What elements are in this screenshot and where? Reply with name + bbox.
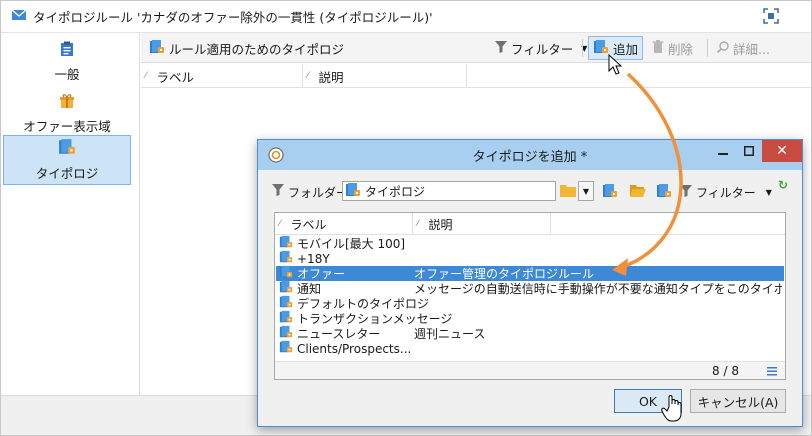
sidebar-item-label: オファー表示域 — [23, 119, 111, 134]
dialog-title: タイポロジを追加 * — [472, 149, 588, 165]
list-row[interactable]: Clients/Prospects... — [276, 341, 784, 356]
open-folder-icon[interactable] — [630, 183, 646, 200]
sort-icon: ⁄ — [417, 219, 419, 229]
sidebar-item-label: タイポロジ — [35, 166, 99, 181]
clipboard-icon — [60, 41, 74, 60]
add-typology-dialog: タイポロジを追加 * ✕ フォルダー: タイポロジ ▼ フィルター ▼ ↻ ⁄ … — [257, 139, 803, 427]
restore-window-icon[interactable] — [761, 7, 781, 25]
sidebar-item-offer-space[interactable]: オファー表示域 — [3, 89, 131, 139]
list-row[interactable]: トランザクションメッセージ — [276, 311, 784, 326]
section-title: ルール適用のためのタイポロジ — [145, 36, 348, 60]
toolbar: ルール適用のためのタイポロジ フィルター ▼ 追加 削除 詳細... — [141, 33, 811, 63]
column-header-description[interactable]: ⁄ 説明 — [303, 64, 467, 88]
minimize-icon[interactable] — [710, 140, 736, 162]
list-options-icon[interactable] — [767, 365, 777, 379]
filter-button[interactable]: フィルター ▼ — [491, 36, 591, 60]
ok-button[interactable]: OK — [614, 389, 682, 413]
chevron-down-icon: ▼ — [765, 188, 772, 197]
sort-icon: ⁄ — [145, 71, 147, 81]
folder-dropdown-button[interactable]: ▼ — [578, 181, 594, 201]
sort-icon: ⁄ — [279, 219, 281, 229]
record-count: 8 / 8 — [712, 364, 739, 378]
list-header: ⁄ ラベル ⁄ 説明 — [275, 213, 785, 235]
app-icon — [268, 147, 284, 167]
list-row[interactable]: +18Y — [276, 251, 784, 266]
search-icon — [716, 40, 729, 56]
dialog-toolbar: フォルダー: タイポロジ ▼ フィルター ▼ ↻ — [272, 178, 792, 204]
folder-icon[interactable] — [560, 183, 576, 200]
typology-list: ⁄ ラベル ⁄ 説明 モバイル[最大 100] +18Y オファー オファー管理… — [274, 212, 786, 380]
column-header-label[interactable]: ⁄ ラベル — [275, 213, 413, 235]
details-button[interactable]: 詳細... — [713, 36, 774, 60]
gift-icon — [59, 93, 75, 112]
column-header-label[interactable]: ⁄ ラベル — [141, 64, 303, 88]
maximize-icon[interactable] — [736, 140, 762, 162]
window-titlebar: タイポロジルール 'カナダのオファー除外の一貫性 (タイポロジルール)' — [1, 1, 811, 33]
list-row[interactable]: デフォルトのタイポロジ — [276, 296, 784, 311]
toolbar-divider — [707, 39, 708, 57]
refresh-icon[interactable]: ↻ — [778, 178, 788, 192]
typology-icon — [278, 340, 294, 357]
list-footer: 8 / 8 — [275, 361, 785, 379]
window-title: タイポロジルール 'カナダのオファー除外の一貫性 (タイポロジルール)' — [33, 10, 433, 25]
sidebar-item-general[interactable]: 一般 — [3, 37, 131, 87]
trash-icon — [652, 39, 664, 57]
list-row[interactable]: モバイル[最大 100] — [276, 236, 784, 251]
close-icon[interactable]: ✕ — [762, 140, 802, 162]
list-row[interactable]: 通知 メッセージの自動送信時に手動操作が不要な通知タイプをこのタイポロジ... — [276, 281, 784, 296]
typology-add-icon — [593, 39, 609, 58]
filter-icon — [680, 185, 692, 200]
sort-icon: ⁄ — [307, 71, 309, 81]
sidebar-item-typology[interactable]: タイポロジ — [3, 135, 131, 185]
folder-field[interactable]: タイポロジ — [342, 181, 556, 201]
dialog-filter-button[interactable]: フィルター ▼ — [680, 184, 772, 201]
sidebar-item-label: 一般 — [54, 67, 80, 82]
list-row-selected[interactable]: オファー オファー管理のタイポロジルール — [276, 266, 784, 281]
sidebar: 一般 オファー表示域 タイポロジ — [1, 33, 140, 395]
filter-icon — [495, 40, 507, 56]
typology-folder-icon — [149, 39, 165, 58]
delete-button[interactable]: 削除 — [648, 36, 697, 60]
list-header: ⁄ ラベル ⁄ 説明 — [141, 64, 811, 88]
envelope-icon — [11, 8, 27, 25]
list-row[interactable]: ニュースレター 週刊ニュース — [276, 326, 784, 341]
typology-up-icon[interactable] — [602, 183, 618, 202]
cancel-button[interactable]: キャンセル(A) — [690, 389, 786, 413]
dialog-titlebar: タイポロジを追加 * ✕ — [258, 140, 802, 170]
typology-folder-icon — [58, 138, 76, 159]
column-header-description[interactable]: ⁄ 説明 — [413, 213, 551, 235]
add-button[interactable]: 追加 — [588, 36, 644, 60]
filter-icon — [272, 184, 284, 199]
toolbar-divider — [582, 39, 583, 57]
typology-folder-icon — [345, 182, 361, 201]
typology-edit-icon[interactable] — [656, 183, 672, 202]
